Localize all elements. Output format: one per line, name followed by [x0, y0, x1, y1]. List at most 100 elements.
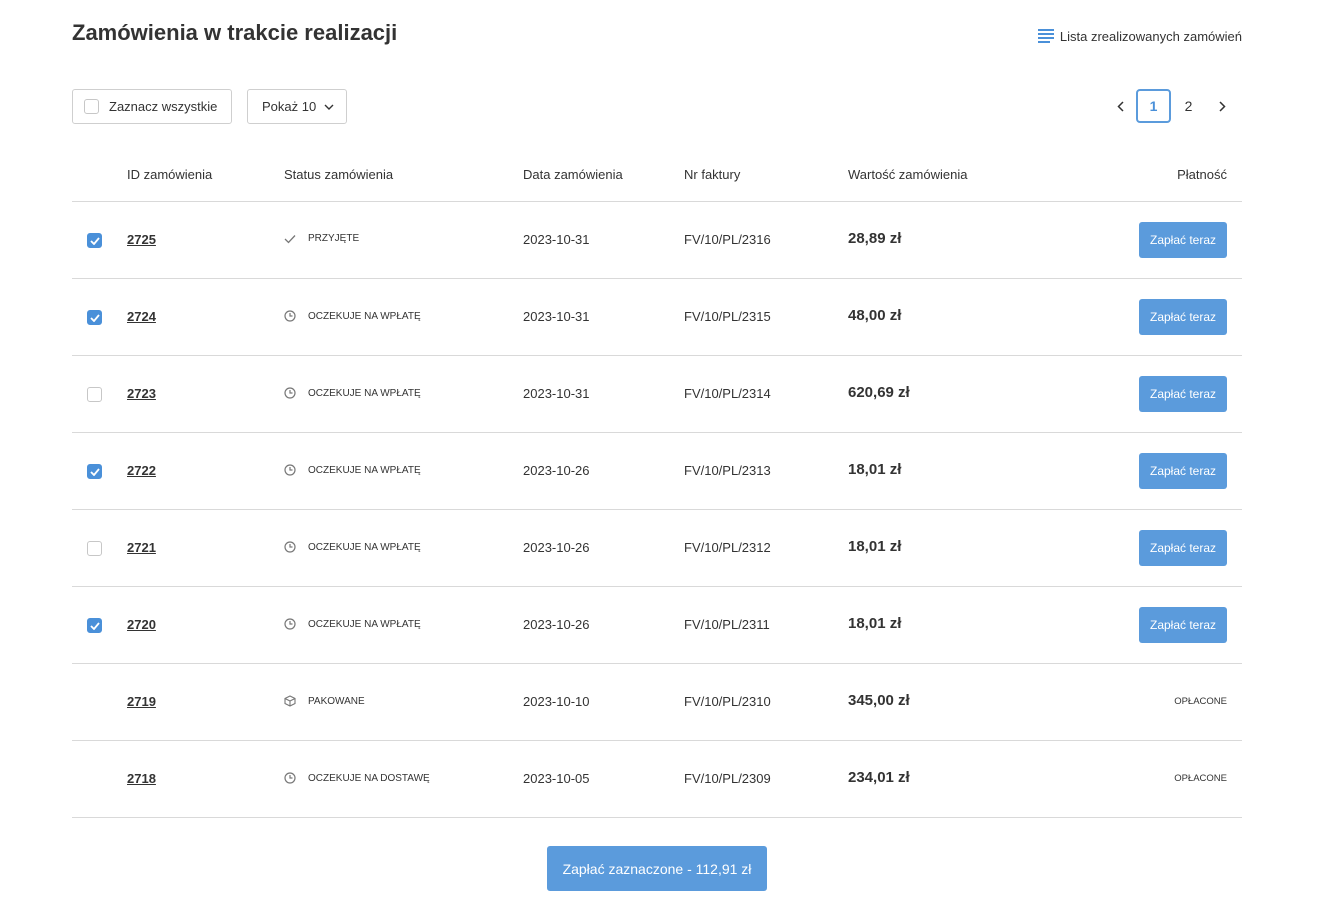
column-header-status: Status zamówienia [284, 167, 394, 182]
order-status-label: OCZEKUJE NA DOSTAWĘ [308, 772, 430, 784]
pay-now-button[interactable]: Zapłać teraz [1139, 299, 1227, 335]
column-header-value: Wartość zamówienia [848, 167, 968, 182]
order-status: PRZYJĘTE [284, 233, 359, 244]
pay-now-button[interactable]: Zapłać teraz [1139, 222, 1227, 258]
order-date: 2023-10-10 [523, 694, 590, 709]
page-2-button[interactable]: 2 [1171, 89, 1206, 123]
row-checkbox[interactable] [87, 464, 102, 479]
order-id-link[interactable]: 2720 [127, 617, 156, 632]
clock-icon [284, 541, 302, 553]
order-status-label: OCZEKUJE NA WPŁATĘ [308, 310, 421, 322]
table-row: 2723 OCZEKUJE NA WPŁATĘ 2023-10-31 FV/10/PL… [72, 356, 1242, 433]
clock-icon [284, 387, 302, 399]
clock-icon [284, 772, 302, 784]
order-date: 2023-10-31 [523, 386, 590, 401]
row-checkbox[interactable] [87, 387, 102, 402]
table-row: 2720 OCZEKUJE NA WPŁATĘ 2023-10-26 FV/10/PL… [72, 587, 1242, 664]
order-date: 2023-10-26 [523, 617, 590, 632]
select-all-button[interactable]: Zaznacz wszystkie [72, 89, 232, 124]
page-1-button[interactable]: 1 [1136, 89, 1171, 123]
order-status: OCZEKUJE NA WPŁATĘ [284, 464, 421, 476]
invoice-number: FV/10/PL/2314 [684, 386, 771, 401]
invoice-number: FV/10/PL/2313 [684, 463, 771, 478]
order-id-link[interactable]: 2718 [127, 771, 156, 786]
order-value: 28,89 zł [848, 230, 902, 247]
order-status: OCZEKUJE NA DOSTAWĘ [284, 772, 430, 784]
per-page-select[interactable]: Pokaż 10 [247, 89, 347, 124]
order-date: 2023-10-31 [523, 309, 590, 324]
next-page-button[interactable] [1206, 89, 1238, 123]
order-status-label: PRZYJĘTE [308, 233, 360, 244]
table-row: 2725 PRZYJĘTE 2023-10-31 FV/10/PL/2316 28,89… [72, 202, 1242, 279]
invoice-number: FV/10/PL/2310 [684, 694, 771, 709]
paid-badge: OPŁACONE [1174, 773, 1227, 784]
invoice-number: FV/10/PL/2309 [684, 771, 771, 786]
checkmark-icon [89, 621, 100, 630]
pay-selected-button[interactable]: Zapłać zaznaczone - 112,91 zł [547, 846, 767, 891]
checkmark-icon [89, 467, 100, 476]
chevron-down-icon [324, 104, 334, 110]
table-row: 2718 OCZEKUJE NA DOSTAWĘ 2023-10-05 FV/10/P… [72, 741, 1242, 818]
package-icon [284, 695, 302, 707]
clock-icon [284, 310, 302, 322]
pay-now-button[interactable]: Zapłać teraz [1139, 376, 1227, 412]
row-checkbox[interactable] [87, 541, 102, 556]
order-status: OCZEKUJE NA WPŁATĘ [284, 618, 421, 630]
order-status-label: OCZEKUJE NA WPŁATĘ [308, 618, 421, 630]
order-id-link[interactable]: 2723 [127, 386, 156, 401]
column-header-invoice: Nr faktury [684, 167, 741, 182]
pagination: 1 2 [1104, 89, 1238, 123]
order-id-link[interactable]: 2719 [127, 694, 156, 709]
order-id-link[interactable]: 2725 [127, 232, 156, 247]
clock-icon [284, 618, 302, 630]
order-status-label: OCZEKUJE NA WPŁATĘ [308, 464, 421, 476]
clock-icon [284, 464, 302, 476]
order-status: PAKOWANE [284, 695, 365, 707]
order-status: OCZEKUJE NA WPŁATĘ [284, 310, 421, 322]
order-value: 18,01 zł [848, 538, 902, 555]
invoice-number: FV/10/PL/2312 [684, 540, 771, 555]
row-checkbox[interactable] [87, 233, 102, 248]
page-title: Zamówienia w trakcie realizacji [72, 20, 398, 45]
order-date: 2023-10-26 [523, 463, 590, 478]
order-date: 2023-10-31 [523, 232, 590, 247]
order-value: 620,69 zł [848, 384, 910, 401]
completed-orders-link[interactable]: Lista zrealizowanych zamówień [1037, 28, 1242, 44]
table-row: 2722 OCZEKUJE NA WPŁATĘ 2023-10-26 FV/10/PL… [72, 433, 1242, 510]
invoice-number: FV/10/PL/2316 [684, 232, 771, 247]
select-all-label: Zaznacz wszystkie [109, 99, 218, 114]
column-header-date: Data zamówienia [523, 167, 623, 182]
column-header-payment: Płatność [1177, 167, 1227, 182]
order-id-link[interactable]: 2722 [127, 463, 156, 478]
row-checkbox[interactable] [87, 310, 102, 325]
paid-badge: OPŁACONE [1174, 696, 1227, 707]
select-all-checkbox[interactable] [84, 99, 99, 114]
per-page-label: Pokaż 10 [262, 99, 317, 114]
table-header: ID zamówienia Status zamówienia Data zam… [72, 147, 1242, 202]
table-row: 2721 OCZEKUJE NA WPŁATĘ 2023-10-26 FV/10/PL… [72, 510, 1242, 587]
pay-now-button[interactable]: Zapłać teraz [1139, 453, 1227, 489]
chevron-right-icon [1218, 100, 1226, 112]
prev-page-button[interactable] [1104, 89, 1136, 123]
table-row: 2724 OCZEKUJE NA WPŁATĘ 2023-10-31 FV/10/PL… [72, 279, 1242, 356]
order-value: 234,01 zł [848, 769, 910, 786]
order-status-label: OCZEKUJE NA WPŁATĘ [308, 541, 421, 553]
row-checkbox[interactable] [87, 618, 102, 633]
order-value: 18,01 zł [848, 461, 902, 478]
pay-now-button[interactable]: Zapłać teraz [1139, 530, 1227, 566]
order-status-label: PAKOWANE [308, 695, 365, 707]
completed-orders-label[interactable]: Lista zrealizowanych zamówień [1060, 29, 1242, 44]
order-id-link[interactable]: 2724 [127, 309, 156, 324]
order-status: OCZEKUJE NA WPŁATĘ [284, 541, 421, 553]
order-date: 2023-10-05 [523, 771, 590, 786]
order-id-link[interactable]: 2721 [127, 540, 156, 555]
pay-now-button[interactable]: Zapłać teraz [1139, 607, 1227, 643]
checkmark-icon [89, 313, 100, 322]
order-value: 345,00 zł [848, 692, 910, 709]
order-date: 2023-10-26 [523, 540, 590, 555]
order-status: OCZEKUJE NA WPŁATĘ [284, 387, 421, 399]
column-header-id: ID zamówienia [127, 167, 213, 182]
chevron-left-icon [1116, 100, 1124, 112]
invoice-number: FV/10/PL/2315 [684, 309, 771, 324]
table-row: 2719 PAKOWANE 2023-10-10 FV/10/PL/2310 345,0… [72, 664, 1242, 741]
